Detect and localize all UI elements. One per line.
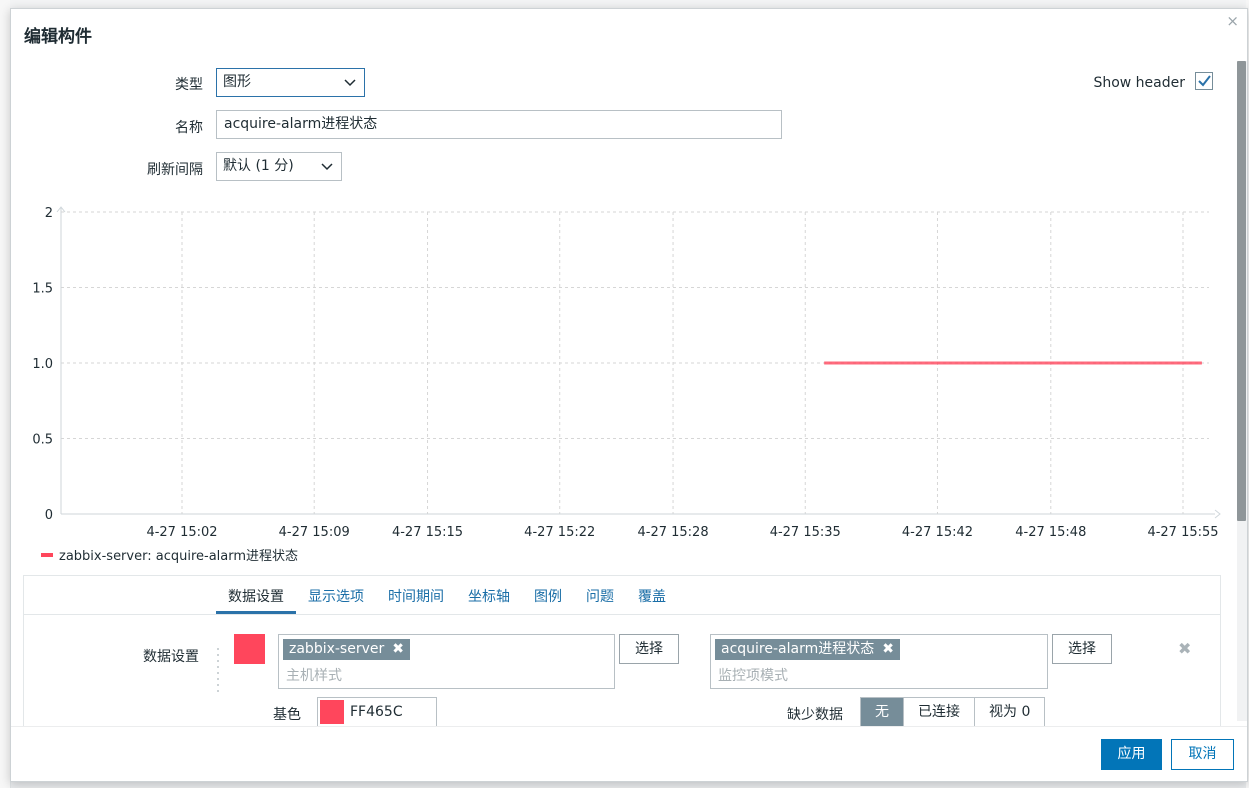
item-select-button[interactable]: 选择 <box>1052 634 1112 664</box>
missing-data-label: 缺少数据 <box>787 707 843 723</box>
item-chip-label: acquire-alarm进程状态 <box>721 641 875 657</box>
y-tick-label: 2 <box>45 206 53 221</box>
host-select-button[interactable]: 选择 <box>619 634 679 664</box>
base-color-swatch[interactable] <box>320 700 344 724</box>
refresh-interval-value: 默认 (1 分) <box>223 158 294 174</box>
tab-overrides[interactable]: 覆盖 <box>626 576 678 614</box>
tab-problems[interactable]: 问题 <box>574 576 626 614</box>
tab-display-options[interactable]: 显示选项 <box>296 576 376 614</box>
x-tick-label: 4-27 15:35 <box>770 525 841 540</box>
chip-remove-icon[interactable]: ✖ <box>882 641 894 657</box>
dialog-title: 编辑构件 <box>24 27 92 47</box>
legend-swatch <box>41 552 53 557</box>
graph-svg: 0 0.5 1.0 1.5 2 4-27 15:02 4-27 15:09 4-27 15:1… <box>32 206 1221 540</box>
missing-data-toggle: 无 已连接 视为 0 <box>860 697 1046 727</box>
y-tick-label: 1.0 <box>32 357 53 372</box>
missing-option-zero[interactable]: 视为 0 <box>975 698 1044 726</box>
x-tick-label: 4-27 15:15 <box>392 525 463 540</box>
tab-bar: 数据设置 显示选项 时间期间 坐标轴 图例 问题 覆盖 <box>216 576 678 614</box>
drag-handle-icon[interactable] <box>215 646 221 692</box>
tab-time-period[interactable]: 时间期间 <box>376 576 456 614</box>
legend-label: zabbix-server: acquire-alarm进程状态 <box>59 549 299 564</box>
chevron-down-icon <box>344 79 356 87</box>
type-select-value: 图形 <box>223 74 251 90</box>
dataset-color-swatch[interactable] <box>234 634 265 664</box>
dialog-footer <box>11 726 1247 781</box>
name-label: 名称 <box>175 120 203 136</box>
chevron-down-icon <box>321 163 333 171</box>
cancel-button[interactable]: 取消 <box>1171 739 1234 770</box>
x-tick-label: 4-27 15:22 <box>524 525 595 540</box>
base-color-input[interactable]: FF465C <box>317 697 437 727</box>
host-pattern-input[interactable]: zabbix-server ✖ 主机样式 <box>278 634 615 689</box>
type-select[interactable]: 图形 <box>216 68 365 97</box>
x-tick-label: 4-27 15:48 <box>1015 525 1086 540</box>
x-tick-label: 4-27 15:28 <box>638 525 709 540</box>
missing-option-connected[interactable]: 已连接 <box>904 698 975 726</box>
tabs-divider <box>24 614 1220 615</box>
base-color-value: FF465C <box>350 704 403 720</box>
name-input[interactable]: acquire-alarm进程状态 <box>216 110 782 139</box>
x-tick-label: 4-27 15:42 <box>902 525 973 540</box>
checkmark-icon <box>1198 75 1211 87</box>
refresh-interval-label: 刷新间隔 <box>147 162 203 178</box>
apply-button[interactable]: 应用 <box>1101 739 1162 770</box>
x-tick-label: 4-27 15:55 <box>1147 525 1218 540</box>
show-header-checkbox[interactable] <box>1195 72 1213 90</box>
type-label: 类型 <box>175 77 203 93</box>
remove-dataset-icon[interactable]: ✖ <box>1178 639 1191 658</box>
y-tick-label: 0.5 <box>32 433 53 448</box>
show-header-label: Show header <box>1093 75 1185 91</box>
y-tick-label: 0 <box>45 508 53 523</box>
chip-remove-icon[interactable]: ✖ <box>392 641 404 657</box>
item-pattern-input[interactable]: acquire-alarm进程状态 ✖ 监控项模式 <box>710 634 1048 689</box>
tab-data-set[interactable]: 数据设置 <box>216 576 296 614</box>
item-chip: acquire-alarm进程状态 ✖ <box>715 639 900 660</box>
scrollbar-thumb[interactable] <box>1237 61 1246 521</box>
host-chip-label: zabbix-server <box>289 641 385 657</box>
x-tick-label: 4-27 15:02 <box>146 525 217 540</box>
y-tick-label: 1.5 <box>32 282 53 297</box>
host-placeholder: 主机样式 <box>286 668 342 684</box>
tab-legend[interactable]: 图例 <box>522 576 574 614</box>
tab-axes[interactable]: 坐标轴 <box>456 576 522 614</box>
host-chip: zabbix-server ✖ <box>283 639 410 660</box>
item-placeholder: 监控项模式 <box>718 668 788 684</box>
close-icon[interactable]: × <box>1226 12 1239 30</box>
base-color-label: 基色 <box>273 707 301 723</box>
refresh-interval-select[interactable]: 默认 (1 分) <box>216 152 342 181</box>
x-tick-label: 4-27 15:09 <box>279 525 350 540</box>
x-axis-arrow <box>1214 509 1221 519</box>
missing-option-none[interactable]: 无 <box>861 698 904 726</box>
graph-legend: zabbix-server: acquire-alarm进程状态 <box>41 545 298 564</box>
graph-preview: 0 0.5 1.0 1.5 2 4-27 15:02 4-27 15:09 4-27 15:1… <box>23 195 1223 545</box>
edit-widget-dialog: 编辑构件 × 类型 图形 Show header 名称 acquire-alar… <box>10 8 1248 782</box>
dataset-label: 数据设置 <box>143 649 199 665</box>
